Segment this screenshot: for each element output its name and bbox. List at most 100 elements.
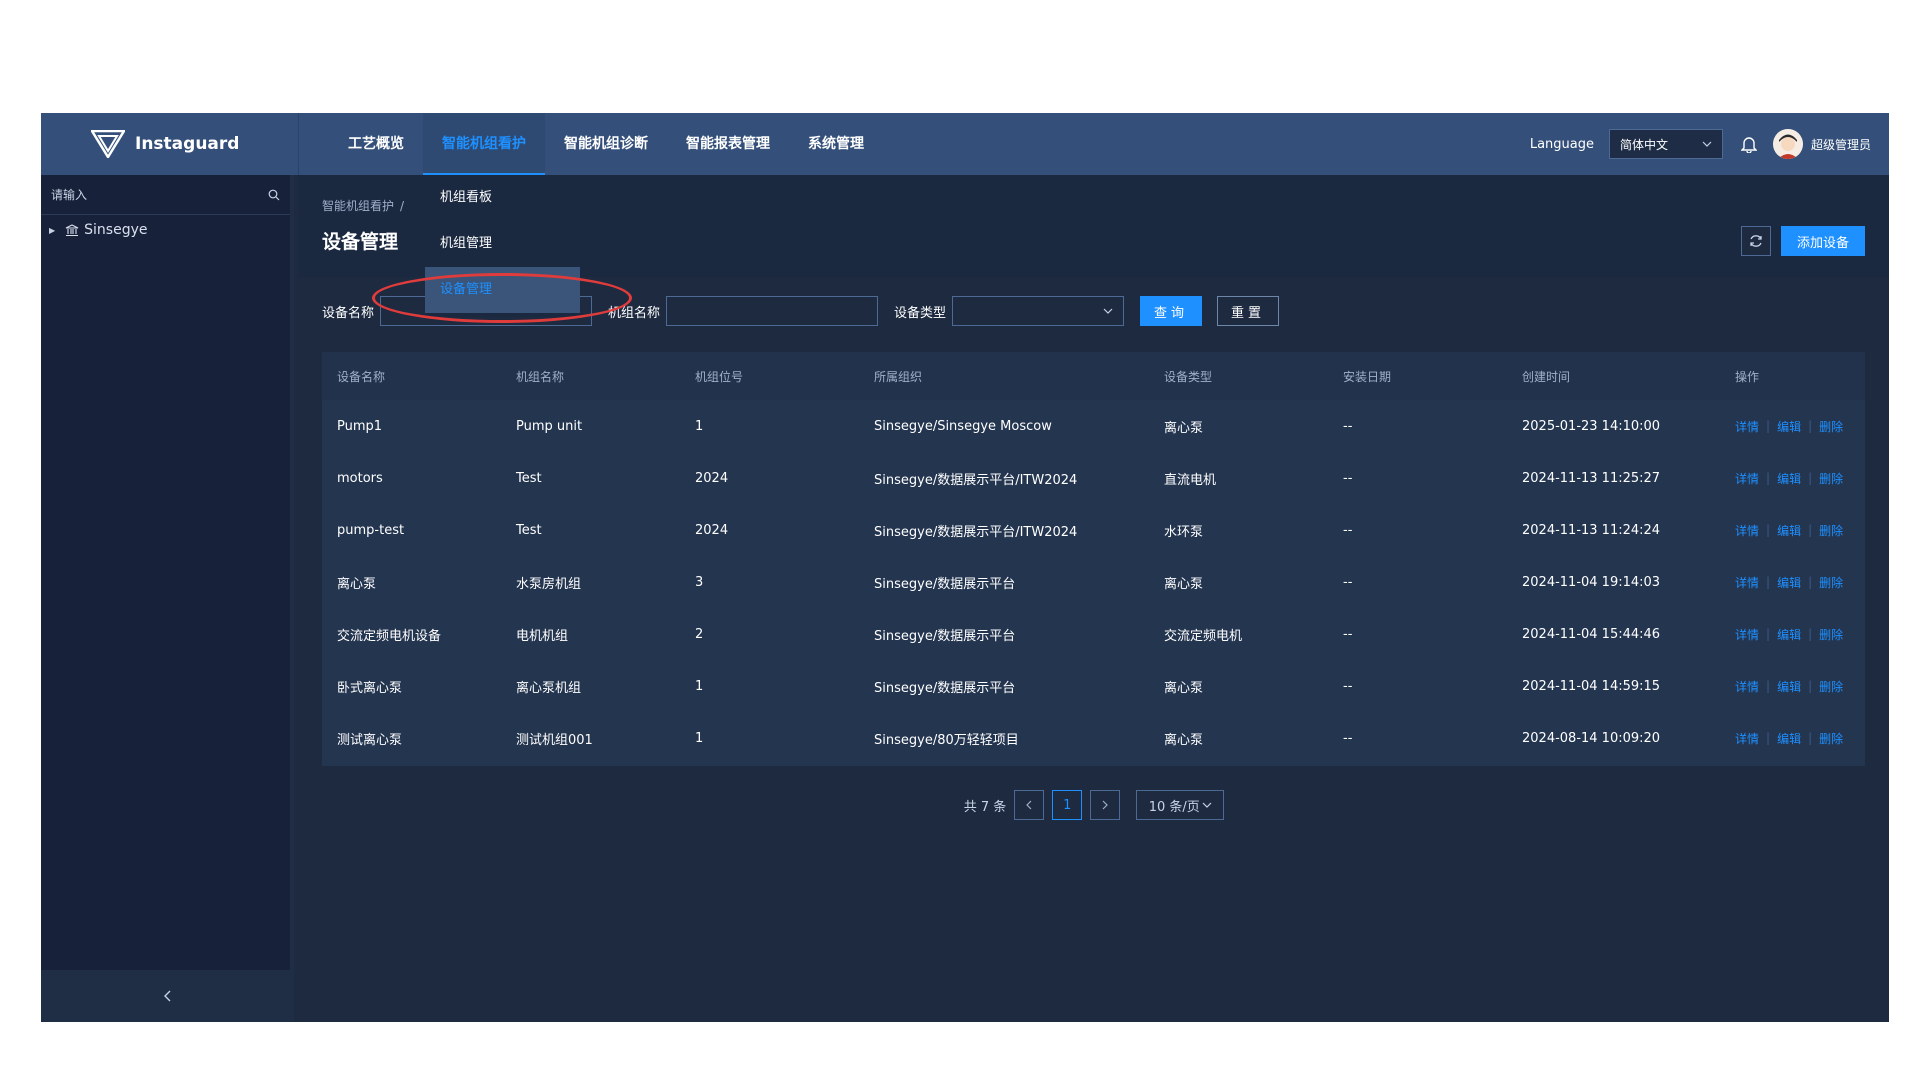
edit-link[interactable]: 编辑 — [1777, 626, 1801, 643]
table-row: motors Test 2024 Sinsegye/数据展示平台/ITW2024… — [322, 452, 1865, 504]
page-number-button[interactable]: 1 — [1052, 790, 1083, 820]
cell-created: 2024-11-13 11:24:24 — [1522, 522, 1661, 538]
cell-unit-name: 离心泵机组 — [516, 680, 582, 696]
device-name-label: 设备名称 — [322, 305, 375, 321]
action-separator: | — [1766, 575, 1771, 589]
avatar[interactable] — [1772, 129, 1803, 159]
cell-unit-name: Test — [516, 522, 542, 538]
refresh-button[interactable] — [1741, 226, 1771, 256]
delete-link[interactable]: 删除 — [1819, 522, 1843, 539]
delete-link[interactable]: 删除 — [1819, 678, 1843, 695]
cell-device-type: 交流定频电机 — [1164, 628, 1243, 644]
chevron-left-icon — [1026, 800, 1032, 810]
cell-install-date: -- — [1343, 418, 1353, 434]
edit-link[interactable]: 编辑 — [1777, 418, 1801, 435]
cell-position: 2024 — [695, 470, 729, 486]
pagination: 共 7 条 1 10 条/页 — [299, 790, 1889, 820]
nav-item-process-overview[interactable]: 工艺概览 — [329, 113, 423, 175]
column-header-install-date: 安装日期 — [1343, 369, 1392, 384]
user-avatar-icon — [1772, 129, 1803, 159]
edit-link[interactable]: 编辑 — [1777, 522, 1801, 539]
cell-device-name: motors — [337, 470, 383, 486]
detail-link[interactable]: 详情 — [1735, 470, 1759, 487]
tree-node-sinsegye[interactable]: ▶ Sinsegye — [41, 215, 290, 245]
menu-item-unit-dashboard[interactable]: 机组看板 — [425, 175, 580, 221]
query-button[interactable]: 查询 — [1140, 296, 1203, 326]
add-device-button[interactable]: 添加设备 — [1781, 226, 1865, 256]
prev-page-button[interactable] — [1014, 790, 1045, 820]
edit-link[interactable]: 编辑 — [1777, 730, 1801, 747]
cell-actions: 详情 | 编辑 | 删除 — [1720, 730, 1865, 747]
device-type-select[interactable] — [952, 296, 1125, 326]
caret-right-icon[interactable]: ▶ — [49, 226, 55, 235]
delete-link[interactable]: 删除 — [1819, 574, 1843, 591]
action-separator: | — [1766, 731, 1771, 745]
cell-unit-name: Test — [516, 470, 542, 486]
cell-device-name: 交流定频电机设备 — [337, 628, 442, 644]
unit-name-input[interactable] — [666, 296, 879, 326]
cell-org: Sinsegye/数据展示平台 — [874, 628, 1016, 644]
detail-link[interactable]: 详情 — [1735, 678, 1759, 695]
language-label: Language — [1529, 136, 1594, 152]
sidebar-search-input[interactable] — [51, 187, 241, 202]
nav-item-smart-report[interactable]: 智能报表管理 — [667, 113, 789, 175]
nav-item-smart-unit-care[interactable]: 智能机组看护 — [423, 113, 545, 175]
delete-link[interactable]: 删除 — [1819, 626, 1843, 643]
device-type-label: 设备类型 — [894, 305, 947, 321]
menu-item-device-management[interactable]: 设备管理 — [425, 267, 580, 313]
main-nav: 工艺概览 智能机组看护 智能机组诊断 智能报表管理 系统管理 — [329, 113, 883, 175]
bell-icon[interactable] — [1740, 135, 1757, 153]
table-row: 离心泵 水泵房机组 3 Sinsegye/数据展示平台 离心泵 -- 2024-… — [322, 556, 1865, 608]
sidebar-collapse-button[interactable] — [41, 970, 294, 1022]
action-separator: | — [1808, 627, 1813, 641]
top-right-controls: Language 简体中文 超级管理员 — [1530, 113, 1871, 175]
language-select[interactable]: 简体中文 — [1608, 129, 1723, 159]
detail-link[interactable]: 详情 — [1735, 730, 1759, 747]
tree-node-label: Sinsegye — [84, 222, 148, 238]
cell-unit-name: Pump unit — [516, 418, 583, 434]
top-bar: Instaguard 工艺概览 智能机组看护 智能机组诊断 智能报表管理 系统管… — [41, 113, 1889, 175]
search-icon[interactable] — [268, 189, 280, 201]
reset-button[interactable]: 重置 — [1217, 296, 1280, 326]
breadcrumb-parent[interactable]: 智能机组看护 — [322, 199, 394, 213]
nav-item-smart-unit-diagnosis[interactable]: 智能机组诊断 — [545, 113, 667, 175]
page-size-select[interactable]: 10 条/页 — [1136, 790, 1225, 820]
device-table: 设备名称 机组名称 机组位号 所属组织 设备类型 安装日期 创建时间 操作 Pu… — [322, 352, 1865, 766]
detail-link[interactable]: 详情 — [1735, 626, 1759, 643]
chevron-down-icon — [1202, 802, 1212, 808]
nav-item-system-management[interactable]: 系统管理 — [789, 113, 883, 175]
cell-device-name: pump-test — [337, 522, 405, 538]
edit-link[interactable]: 编辑 — [1777, 470, 1801, 487]
delete-link[interactable]: 删除 — [1819, 470, 1843, 487]
action-separator: | — [1808, 731, 1813, 745]
total-count: 共 7 条 — [963, 799, 1007, 815]
cell-install-date: -- — [1343, 574, 1353, 590]
logo[interactable]: Instaguard — [41, 113, 299, 175]
chevron-down-icon — [1103, 308, 1113, 314]
menu-item-unit-management[interactable]: 机组管理 — [425, 221, 580, 267]
delete-link[interactable]: 删除 — [1819, 730, 1843, 747]
cell-install-date: -- — [1343, 470, 1353, 486]
cell-actions: 详情 | 编辑 | 删除 — [1720, 626, 1865, 643]
edit-link[interactable]: 编辑 — [1777, 574, 1801, 591]
detail-link[interactable]: 详情 — [1735, 418, 1759, 435]
cell-device-type: 离心泵 — [1164, 732, 1204, 748]
breadcrumb-separator: / — [400, 199, 405, 213]
edit-link[interactable]: 编辑 — [1777, 678, 1801, 695]
breadcrumb: 智能机组看护 / — [322, 197, 410, 214]
username[interactable]: 超级管理员 — [1811, 136, 1871, 153]
action-separator: | — [1808, 679, 1813, 693]
detail-link[interactable]: 详情 — [1735, 574, 1759, 591]
sidebar: ▶ Sinsegye — [41, 175, 294, 1022]
cell-created: 2024-11-04 15:44:46 — [1522, 626, 1661, 642]
table-row: pump-test Test 2024 Sinsegye/数据展示平台/ITW2… — [322, 504, 1865, 556]
cell-position: 1 — [695, 730, 704, 746]
detail-link[interactable]: 详情 — [1735, 522, 1759, 539]
language-value: 简体中文 — [1619, 137, 1668, 152]
next-page-button[interactable] — [1090, 790, 1121, 820]
logo-icon — [91, 130, 125, 158]
cell-device-name: Pump1 — [337, 418, 383, 434]
delete-link[interactable]: 删除 — [1819, 418, 1843, 435]
action-separator: | — [1808, 419, 1813, 433]
cell-created: 2024-08-14 10:09:20 — [1522, 730, 1661, 746]
